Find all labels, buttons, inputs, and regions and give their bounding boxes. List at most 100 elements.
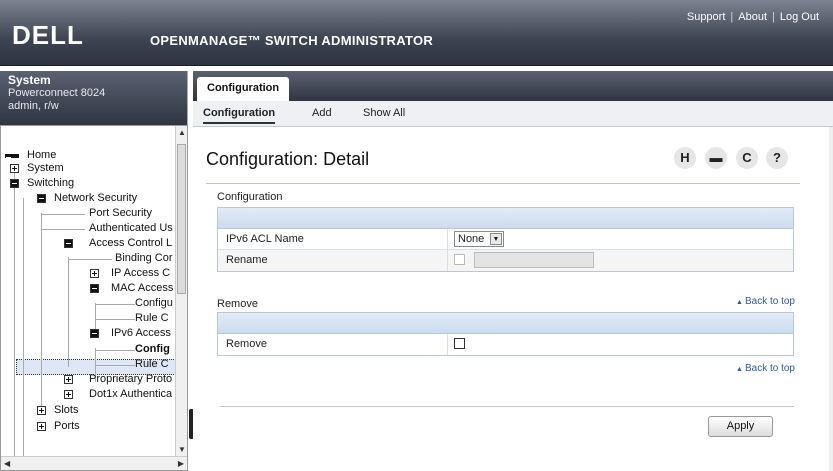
expand-icon[interactable]: [37, 406, 46, 415]
table-header: [218, 208, 793, 229]
tree-item-access-control[interactable]: Access Control L: [89, 236, 172, 251]
tree-line: [41, 229, 85, 230]
tree-line: [68, 257, 69, 367]
column-separator: [447, 334, 448, 355]
scroll-up-icon[interactable]: ▲: [178, 128, 186, 137]
tree-item-ports[interactable]: Ports: [54, 419, 80, 434]
expand-icon[interactable]: [10, 164, 19, 173]
tree-horizontal-scrollbar[interactable]: ◀ ▶: [1, 456, 187, 470]
tree-item-binding-config[interactable]: Binding Cor: [115, 251, 172, 266]
help-icon[interactable]: ?: [766, 147, 788, 169]
tree-scroll-thumb[interactable]: [177, 144, 186, 294]
save-icon[interactable]: H: [674, 147, 696, 169]
tree-item-mac-config[interactable]: Configu: [135, 296, 173, 311]
rename-label: Rename: [226, 254, 268, 266]
print-icon[interactable]: ▬: [705, 147, 727, 169]
support-link[interactable]: Support: [687, 11, 726, 23]
tree-line: [95, 365, 135, 366]
configuration-section-title: Configuration: [217, 191, 283, 203]
scroll-down-icon[interactable]: ▼: [178, 445, 186, 454]
tree-line: [23, 198, 24, 458]
content-scrollbar[interactable]: [829, 127, 833, 471]
system-model: Powerconnect 8024: [8, 87, 106, 99]
remove-checkbox[interactable]: [454, 338, 465, 349]
expand-icon[interactable]: [64, 390, 73, 399]
expand-icon[interactable]: [64, 375, 73, 384]
system-info-panel: System Powerconnect 8024 admin, r/w: [0, 71, 188, 125]
tree-line: [95, 319, 135, 320]
table-row: Rename: [218, 250, 793, 271]
back-to-top-label: Back to top: [744, 363, 795, 374]
scroll-right-icon[interactable]: ▶: [178, 459, 184, 468]
tree-item-system[interactable]: System: [27, 161, 64, 176]
chevron-down-icon[interactable]: ▼: [490, 233, 502, 245]
subtab-configuration[interactable]: Configuration: [203, 107, 276, 124]
tree-line: [41, 214, 85, 215]
table-row: IPv6 ACL Name None ▼: [218, 229, 793, 250]
divider: [220, 406, 794, 407]
tree-item-mac-rule[interactable]: Rule C: [135, 311, 169, 326]
tree-line: [95, 304, 135, 305]
collapse-icon[interactable]: [37, 194, 46, 203]
tab-configuration[interactable]: Configuration: [197, 77, 290, 101]
tree-item-ipv6-config[interactable]: Config: [135, 342, 170, 357]
back-to-top-link[interactable]: ▲ Back to top: [736, 363, 795, 374]
collapse-icon[interactable]: [90, 329, 99, 338]
rename-checkbox[interactable]: [454, 254, 465, 265]
tree-item-network-security[interactable]: Network Security: [54, 191, 137, 206]
triangle-up-icon: ▲: [736, 366, 743, 373]
collapse-icon[interactable]: [64, 239, 73, 248]
tree-line: [68, 259, 112, 260]
expand-icon[interactable]: [37, 422, 46, 431]
expand-icon[interactable]: [90, 269, 99, 278]
logout-link[interactable]: Log Out: [780, 11, 819, 23]
scroll-left-icon[interactable]: ◀: [4, 459, 10, 468]
system-title[interactable]: System: [8, 73, 179, 87]
tree-line: [41, 213, 42, 413]
tree-item-proprietary-protocol[interactable]: Proprietary Proto: [89, 372, 172, 387]
rename-input[interactable]: [474, 252, 594, 268]
app-header: DELL OPENMANAGE™ SWITCH ADMINISTRATOR Su…: [0, 0, 833, 66]
tree-item-ipv6-access[interactable]: IPv6 Access: [111, 326, 171, 341]
tree-item-ip-access[interactable]: IP Access C: [111, 266, 170, 281]
ipv6-acl-name-value: None: [458, 233, 485, 245]
collapse-icon[interactable]: [90, 284, 99, 293]
table-row: Remove: [218, 334, 793, 355]
tree-item-dot1x[interactable]: Dot1x Authentica: [89, 387, 172, 402]
tree-item-port-security[interactable]: Port Security: [89, 206, 152, 221]
sub-tab-bar: Configuration Add Show All: [193, 101, 833, 127]
configuration-table: IPv6 ACL Name None ▼ Rename: [217, 207, 794, 272]
home-icon: [5, 154, 19, 158]
tree-line: [14, 168, 15, 458]
tree-item-authenticated-users[interactable]: Authenticated Us: [89, 221, 173, 236]
table-header: [218, 313, 793, 334]
tree-item-switching[interactable]: Switching: [27, 176, 74, 191]
main-tab-bar: Configuration: [193, 71, 833, 101]
top-links: Support | About | Log Out: [686, 11, 819, 23]
remove-label: Remove: [226, 338, 267, 350]
column-separator: [447, 250, 448, 271]
main-content: Configuration: Detail H ▬ C ? Configurat…: [193, 127, 833, 471]
subtab-add[interactable]: Add: [312, 107, 332, 119]
remove-table: Remove: [217, 312, 794, 356]
column-separator: [447, 229, 448, 249]
app-title: OPENMANAGE™ SWITCH ADMINISTRATOR: [150, 33, 434, 48]
tree-item-mac-access[interactable]: MAC Access: [111, 281, 173, 296]
triangle-up-icon: ▲: [736, 299, 743, 306]
tree-vertical-scrollbar[interactable]: ▲ ▼: [175, 126, 187, 456]
page-title: Configuration: Detail: [206, 149, 370, 169]
back-to-top-link[interactable]: ▲ Back to top: [736, 296, 795, 307]
tree-item-slots[interactable]: Slots: [54, 403, 78, 418]
collapse-icon[interactable]: [10, 179, 19, 188]
apply-button[interactable]: Apply: [708, 416, 773, 437]
dell-logo: DELL: [12, 20, 84, 50]
subtab-show-all[interactable]: Show All: [363, 107, 405, 119]
divider: [206, 183, 800, 184]
ipv6-acl-name-select[interactable]: None ▼: [454, 231, 504, 247]
tree-item-ipv6-rule[interactable]: Rule C: [135, 357, 169, 372]
system-user: admin, r/w: [8, 100, 59, 112]
navigation-tree: Home System Switching Network Security P…: [0, 125, 188, 471]
about-link[interactable]: About: [738, 11, 767, 23]
ipv6-acl-name-label: IPv6 ACL Name: [226, 233, 304, 245]
refresh-icon[interactable]: C: [736, 147, 758, 169]
